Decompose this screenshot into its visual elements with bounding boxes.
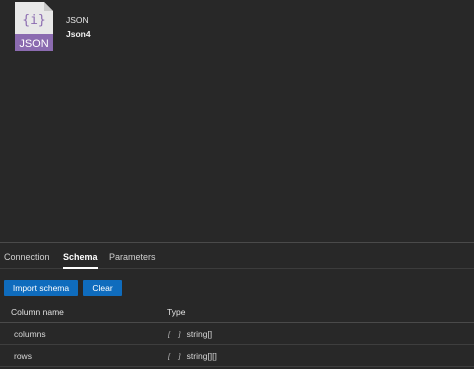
- tab-parameters[interactable]: Parameters: [109, 243, 156, 268]
- schema-table: Column name Type columns [ ] string[] row…: [0, 301, 474, 367]
- dataset-name: Json4: [66, 29, 91, 39]
- type-cell: [ ] string[][]: [167, 345, 217, 367]
- type-header[interactable]: Type: [167, 301, 185, 323]
- table-row[interactable]: rows [ ] string[][]: [0, 345, 474, 367]
- type-value: string[][]: [186, 351, 217, 361]
- column-name-cell: rows: [14, 351, 32, 361]
- dataset-type-label: JSON: [66, 15, 89, 25]
- clear-button[interactable]: Clear: [83, 280, 122, 296]
- array-icon: [ ]: [167, 331, 183, 339]
- table-row[interactable]: columns [ ] string[]: [0, 323, 474, 345]
- column-name-header[interactable]: Column name: [11, 301, 64, 323]
- type-cell: [ ] string[]: [167, 323, 212, 345]
- column-name-cell: columns: [14, 329, 46, 339]
- type-value: string[]: [186, 329, 213, 339]
- table-header-row: Column name Type: [0, 301, 474, 323]
- json-file-icon: {i} JSON: [15, 2, 53, 51]
- import-schema-button[interactable]: Import schema: [4, 280, 78, 296]
- tab-schema[interactable]: Schema: [63, 243, 98, 269]
- tab-connection[interactable]: Connection: [4, 243, 50, 268]
- tab-bar: Connection Schema Parameters: [0, 243, 474, 269]
- dataset-header: {i} JSON JSON Json4: [0, 0, 474, 242]
- json-icon-label: JSON: [19, 38, 48, 50]
- array-icon: [ ]: [167, 353, 183, 361]
- svg-text:{i}: {i}: [22, 13, 45, 28]
